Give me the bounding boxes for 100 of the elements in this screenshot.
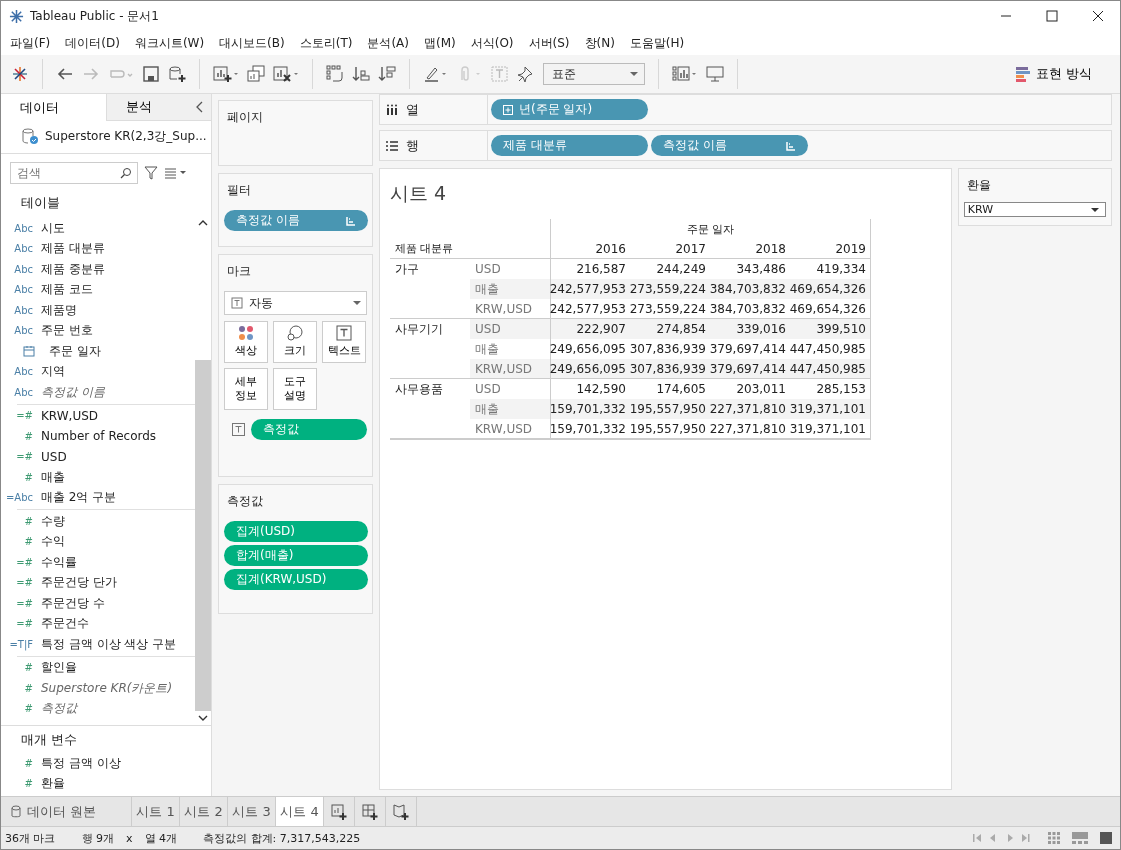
presentation-icon[interactable]	[706, 65, 724, 83]
collapse-icon[interactable]	[196, 101, 204, 113]
field-type-icon: Abc	[1, 222, 41, 234]
parameter-item[interactable]: # 특정 금액 이상	[1, 753, 211, 774]
duplicate-sheet-icon[interactable]	[247, 65, 265, 83]
caret-icon	[353, 301, 361, 305]
sort-ascending-icon[interactable]	[352, 65, 370, 83]
sheet-tab[interactable]: 시트 4	[276, 797, 324, 826]
field-type-icon: =Abc	[1, 492, 41, 504]
field-item[interactable]: =# 주문건당 수	[1, 593, 195, 614]
clear-sheet-icon[interactable]	[273, 65, 299, 83]
field-item[interactable]: =# 수익률	[1, 552, 195, 573]
pin-icon[interactable]	[517, 65, 535, 83]
field-type-icon: #	[1, 515, 41, 527]
field-type-icon: Abc	[1, 325, 41, 337]
menu-item[interactable]: 분석(A)	[367, 34, 409, 52]
table-cell-text: 285,153	[815, 381, 867, 398]
field-item[interactable]: Abc 지역	[1, 361, 195, 382]
field-item[interactable]: =# USD	[1, 446, 195, 467]
parameter-dropdown[interactable]: KRW	[963, 202, 1106, 217]
scroll-up-icon[interactable]	[198, 220, 208, 226]
status-text: 행 9개	[81, 830, 114, 846]
save-icon[interactable]	[142, 65, 160, 83]
maximize-icon[interactable]	[1046, 10, 1058, 22]
measure-name-cell: KRW,USD	[470, 419, 550, 439]
mark-property-button[interactable]: 세부 정보	[224, 368, 268, 410]
menu-item[interactable]: 스토리(T)	[299, 34, 353, 52]
field-item[interactable]: # 측정값	[1, 698, 195, 719]
bar-chart-icon	[1015, 66, 1030, 82]
field-item[interactable]: =Abc 매출 2억 구분	[1, 487, 195, 508]
field-type-icon: =#	[1, 577, 41, 589]
table-cell-text: 307,836,939	[630, 341, 707, 358]
menu-item[interactable]: 서버(S)	[528, 34, 570, 52]
tableau-logo-icon[interactable]	[11, 65, 29, 83]
field-item[interactable]: # Superstore KR(카운트)	[1, 678, 195, 699]
data-source-name[interactable]: Superstore KR(2,3강_Sup...	[45, 127, 207, 145]
field-item[interactable]: =T|F 특정 금액 이상 색상 구분	[1, 634, 195, 655]
close-icon[interactable]	[1092, 10, 1104, 22]
scroll-down-icon[interactable]	[198, 715, 208, 721]
field-item[interactable]: =# 주문건당 단가	[1, 572, 195, 593]
sort-descending-icon[interactable]	[378, 65, 396, 83]
field-item[interactable]: Abc 제품 대분류	[1, 238, 195, 259]
table-cell-text: 244,249	[655, 261, 707, 278]
text-mark-icon	[336, 325, 352, 342]
field-item[interactable]: Abc 측정값 이름	[1, 382, 195, 403]
size-circles-icon	[287, 325, 303, 342]
show-labels-icon[interactable]	[672, 65, 698, 83]
field-item[interactable]: Abc 제품명	[1, 300, 195, 321]
mark-property-button[interactable]: 크기	[273, 321, 317, 363]
mark-property-button[interactable]: 텍스트	[322, 321, 366, 363]
show-me-button[interactable]: 표현 방식	[1011, 61, 1110, 87]
app-logo-icon	[9, 8, 24, 24]
field-item[interactable]: 주문 일자	[1, 341, 195, 362]
field-item[interactable]: Abc 제품 코드	[1, 279, 195, 300]
field-item[interactable]: =# KRW,USD	[1, 405, 195, 426]
field-item[interactable]: # 할인율	[1, 657, 195, 678]
parameter-item[interactable]: # 환율	[1, 773, 211, 794]
field-type-icon: #	[1, 757, 41, 769]
field-item[interactable]: # Number of Records	[1, 426, 195, 447]
filmstrip-view-icon[interactable]	[1072, 832, 1088, 844]
mark-property-button[interactable]: 도구 설명	[273, 368, 317, 410]
expand-icon[interactable]	[503, 104, 513, 115]
mark-type-dropdown[interactable]: 자동	[224, 291, 367, 315]
status-text: 열 4개	[144, 830, 177, 846]
field-item[interactable]: Abc 주문 번호	[1, 320, 195, 341]
field-item[interactable]: Abc 시도	[1, 218, 195, 239]
search-field[interactable]: 검색	[10, 162, 138, 184]
add-data-icon[interactable]	[168, 65, 186, 83]
field-type-icon: Abc	[1, 366, 41, 378]
pane-tab[interactable]: 분석	[105, 94, 211, 121]
mark-property-button[interactable]: 색상	[224, 321, 268, 363]
filter-icon[interactable]	[144, 166, 158, 180]
text-mark-icon	[231, 297, 243, 309]
table-cell: 339,016	[710, 319, 790, 339]
menu-item[interactable]: 맵(M)	[424, 34, 456, 52]
highlight-icon[interactable]	[423, 65, 449, 83]
field-item[interactable]: # 매출	[1, 467, 195, 488]
menu-item[interactable]: 대시보드(B)	[219, 34, 285, 52]
field-item[interactable]: Abc 제품 중분류	[1, 259, 195, 280]
field-item[interactable]: # 수량	[1, 511, 195, 532]
new-sheet-icon[interactable]	[213, 65, 239, 83]
view-list-icon[interactable]	[164, 167, 186, 179]
card-title: 환율	[965, 177, 992, 194]
field-item[interactable]: =# 주문건수	[1, 613, 195, 634]
field-item[interactable]: # 수익	[1, 531, 195, 552]
swap-icon[interactable]	[326, 65, 344, 83]
menu-item[interactable]: 도움말(H)	[629, 34, 685, 52]
field-type-icon: =#	[1, 410, 41, 422]
grid-view-icon[interactable]	[1048, 832, 1060, 844]
table-cell: 447,450,985	[790, 359, 870, 379]
menu-item[interactable]: 파일(F)	[10, 34, 51, 52]
table-cell: 195,557,950	[630, 399, 710, 419]
menu-item[interactable]: 워크시트(W)	[134, 34, 205, 52]
menu-item[interactable]: 데이터(D)	[65, 34, 120, 52]
table-cell-text: 447,450,985	[790, 341, 867, 358]
menu-item[interactable]: 서식(O)	[470, 34, 514, 52]
measure-name-cell: USD	[470, 319, 550, 339]
shelf-label: 행	[406, 136, 419, 155]
menu-item[interactable]: 창(N)	[584, 34, 615, 52]
fit-dropdown[interactable]: 표준	[543, 63, 645, 85]
